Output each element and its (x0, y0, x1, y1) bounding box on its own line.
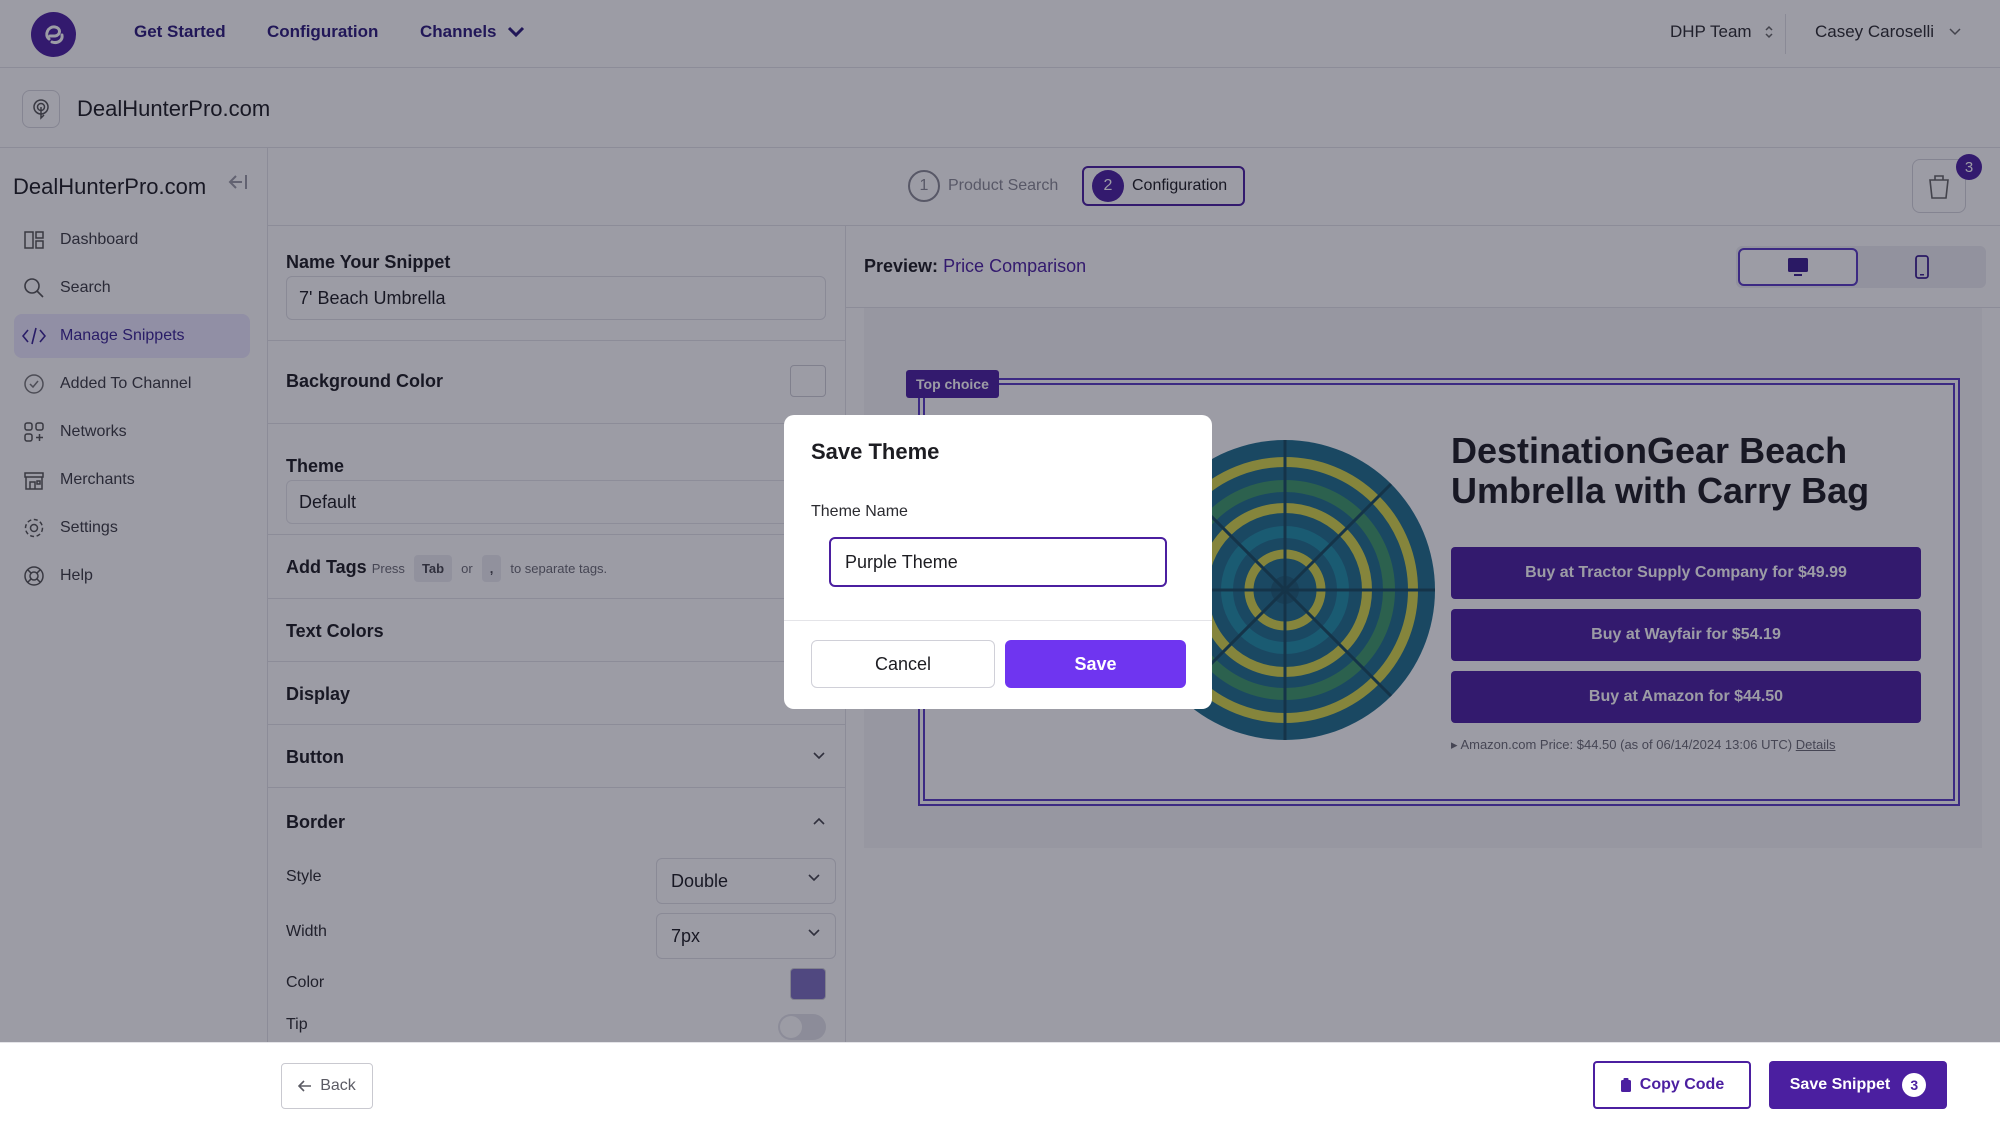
clipboard-icon (1620, 1078, 1631, 1092)
cancel-button[interactable]: Cancel (811, 640, 995, 688)
arrow-left-icon (298, 1080, 312, 1092)
save-snippet-button[interactable]: Save Snippet 3 (1769, 1061, 1947, 1109)
save-snippet-label: Save Snippet (1789, 1076, 1891, 1093)
save-theme-modal: Save Theme Theme Name Cancel Save (784, 415, 1212, 709)
copy-code-label: Copy Code (1639, 1076, 1725, 1093)
back-button[interactable]: Back (281, 1063, 373, 1109)
footer-bar: Back Copy Code Save Snippet 3 (0, 1042, 2000, 1126)
modal-title: Save Theme (811, 439, 940, 464)
theme-name-label: Theme Name (811, 503, 908, 520)
back-label: Back (320, 1077, 356, 1094)
theme-name-input[interactable] (829, 537, 1167, 587)
save-count-badge: 3 (1902, 1073, 1927, 1097)
modal-divider (784, 620, 1212, 621)
save-button[interactable]: Save (1005, 640, 1186, 688)
copy-code-button[interactable]: Copy Code (1593, 1061, 1751, 1109)
